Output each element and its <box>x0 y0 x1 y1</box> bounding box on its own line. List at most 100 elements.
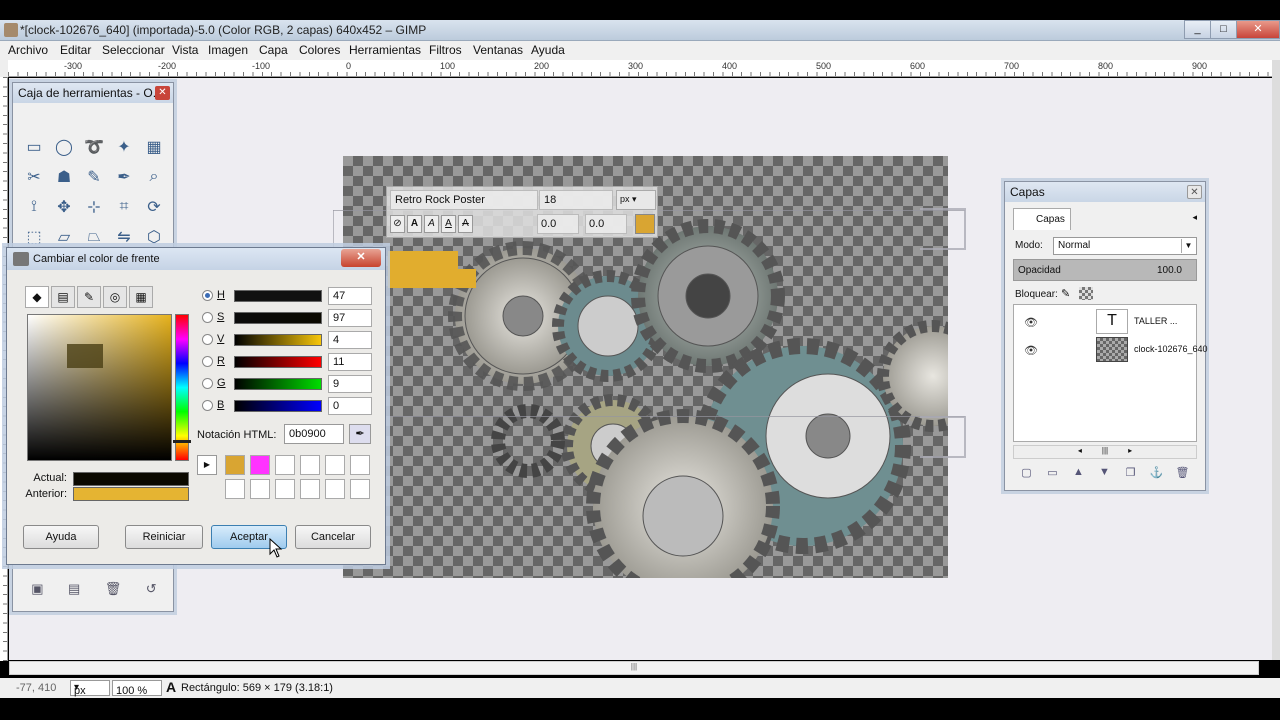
lower-layer-icon[interactable]: ▼ <box>1097 466 1112 481</box>
close-icon[interactable]: ✕ <box>1187 185 1202 199</box>
history-swatch[interactable] <box>225 479 245 499</box>
html-notation-field[interactable]: 0b0900 <box>284 424 344 444</box>
duplicate-layer-icon[interactable]: ❐ <box>1123 466 1138 481</box>
history-swatch[interactable] <box>350 479 370 499</box>
menu-vista[interactable]: Vista <box>172 43 198 57</box>
text-box-handle[interactable] <box>920 208 966 250</box>
new-layer-icon[interactable]: ▢ <box>1019 466 1034 481</box>
history-swatch[interactable] <box>350 455 370 475</box>
add-to-history-button[interactable]: ▶ <box>197 455 217 475</box>
lasso-icon[interactable]: ➰ <box>79 132 109 162</box>
restore-options-icon[interactable]: ▤ <box>68 581 80 605</box>
crop-icon[interactable]: ⌗ <box>109 192 139 222</box>
history-swatch[interactable] <box>325 455 345 475</box>
layers-tab[interactable]: Capas <box>1013 208 1071 230</box>
cancel-button[interactable]: Cancelar <box>295 525 371 549</box>
new-group-icon[interactable]: ▭ <box>1045 466 1060 481</box>
history-swatch[interactable] <box>250 479 270 499</box>
channel-radio[interactable] <box>202 334 213 345</box>
zoom-icon[interactable]: ⌕ <box>139 162 169 192</box>
channel-value[interactable]: 47 <box>328 287 372 305</box>
close-icon[interactable]: ✕ <box>341 249 381 267</box>
channel-slider[interactable] <box>234 400 322 412</box>
horizontal-scrollbar[interactable]: ||| <box>9 661 1259 675</box>
channel-slider[interactable] <box>234 290 322 302</box>
unit-select[interactable]: px ▾ <box>70 680 110 697</box>
bold-button[interactable]: A <box>407 215 422 233</box>
eye-icon[interactable]: 👁 <box>1024 344 1038 357</box>
color-dialog-titlebar[interactable]: Cambiar el color de frente ✕ <box>7 248 385 270</box>
scissors-icon[interactable]: ✂ <box>19 162 49 192</box>
foreground-select-icon[interactable]: ☗ <box>49 162 79 192</box>
minimize-button[interactable]: _ <box>1184 20 1211 39</box>
ellipse-select-icon[interactable]: ◯ <box>49 132 79 162</box>
history-swatch[interactable] <box>300 479 320 499</box>
hue-strip[interactable] <box>175 314 189 461</box>
history-swatch[interactable] <box>225 455 245 475</box>
color-picker-icon[interactable]: ✒ <box>109 162 139 192</box>
move-icon[interactable]: ✥ <box>49 192 79 222</box>
tab-menu-icon[interactable]: ◂ <box>1192 212 1197 223</box>
wheel-selector-tab[interactable]: ◎ <box>103 286 127 308</box>
delete-options-icon[interactable]: 🗑 <box>105 581 122 605</box>
menu-herramientas[interactable]: Herramientas <box>349 43 421 57</box>
layer-row[interactable]: 👁 T TALLER ... <box>1014 308 1196 336</box>
channel-slider[interactable] <box>234 312 322 324</box>
maximize-button[interactable]: □ <box>1210 20 1237 39</box>
fuzzy-select-icon[interactable]: ✦ <box>109 132 139 162</box>
eyedropper-icon[interactable]: ✒ <box>349 424 371 444</box>
saturation-value-square[interactable] <box>27 314 172 461</box>
clear-style-button[interactable]: ⊘ <box>390 215 405 233</box>
history-swatch[interactable] <box>250 455 270 475</box>
reset-button[interactable]: Reiniciar <box>125 525 203 549</box>
close-window-button[interactable]: ✕ <box>1236 20 1280 39</box>
channel-value[interactable]: 9 <box>328 375 372 393</box>
layer-row[interactable]: 👁 clock-102676_640 <box>1014 336 1208 364</box>
channel-value[interactable]: 4 <box>328 331 372 349</box>
lock-pixels-icon[interactable]: ✎ <box>1061 287 1070 300</box>
strikethrough-button[interactable]: A <box>458 215 473 233</box>
cmyk-selector-tab[interactable]: ▤ <box>51 286 75 308</box>
horizontal-ruler[interactable]: -300 -200 -100 0 100 200 300 400 500 600… <box>8 60 1272 77</box>
channel-radio[interactable] <box>202 400 213 411</box>
font-size-field[interactable]: 18 <box>539 190 613 210</box>
close-icon[interactable]: ✕ <box>155 86 170 100</box>
channel-radio[interactable] <box>202 290 213 301</box>
menu-archivo[interactable]: Archivo <box>8 43 48 57</box>
gimp-selector-tab[interactable]: ◆ <box>25 286 49 308</box>
ruler-corner[interactable] <box>0 60 8 77</box>
help-button[interactable]: Ayuda <box>23 525 99 549</box>
channel-value[interactable]: 97 <box>328 309 372 327</box>
menu-filtros[interactable]: Filtros <box>429 43 462 57</box>
history-swatch[interactable] <box>275 479 295 499</box>
history-swatch[interactable] <box>300 455 320 475</box>
lock-alpha-icon[interactable] <box>1079 287 1093 300</box>
channel-radio[interactable] <box>202 378 213 389</box>
zoom-select[interactable]: 100 % <box>112 680 162 697</box>
rect-select-icon[interactable]: ▭ <box>19 132 49 162</box>
history-swatch[interactable] <box>275 455 295 475</box>
underline-button[interactable]: A <box>441 215 456 233</box>
channel-value[interactable]: 11 <box>328 353 372 371</box>
font-name-field[interactable]: Retro Rock Poster <box>390 190 538 210</box>
menu-editar[interactable]: Editar <box>60 43 91 57</box>
raise-layer-icon[interactable]: ▲ <box>1071 466 1086 481</box>
align-icon[interactable]: ⊹ <box>79 192 109 222</box>
menu-colores[interactable]: Colores <box>299 43 340 57</box>
menu-ayuda[interactable]: Ayuda <box>531 43 565 57</box>
layers-titlebar[interactable]: Capas ✕ <box>1005 182 1205 202</box>
channel-slider[interactable] <box>234 334 322 346</box>
channel-slider[interactable] <box>234 378 322 390</box>
channel-radio[interactable] <box>202 312 213 323</box>
paths-icon[interactable]: ✎ <box>79 162 109 192</box>
rotate-icon[interactable]: ⟳ <box>139 192 169 222</box>
watercolor-selector-tab[interactable]: ✎ <box>77 286 101 308</box>
measure-icon[interactable]: ⟟ <box>19 192 49 222</box>
delete-layer-icon[interactable]: 🗑 <box>1175 466 1190 481</box>
anchor-layer-icon[interactable]: ⚓ <box>1149 466 1164 481</box>
opacity-slider[interactable]: Opacidad 100.0 <box>1013 259 1197 281</box>
color-select-icon[interactable]: ▦ <box>139 132 169 162</box>
eye-icon[interactable]: 👁 <box>1024 316 1038 329</box>
layers-scrollbar[interactable]: ◂ ||| ▸ <box>1013 445 1197 459</box>
text-color-swatch[interactable] <box>635 214 655 234</box>
